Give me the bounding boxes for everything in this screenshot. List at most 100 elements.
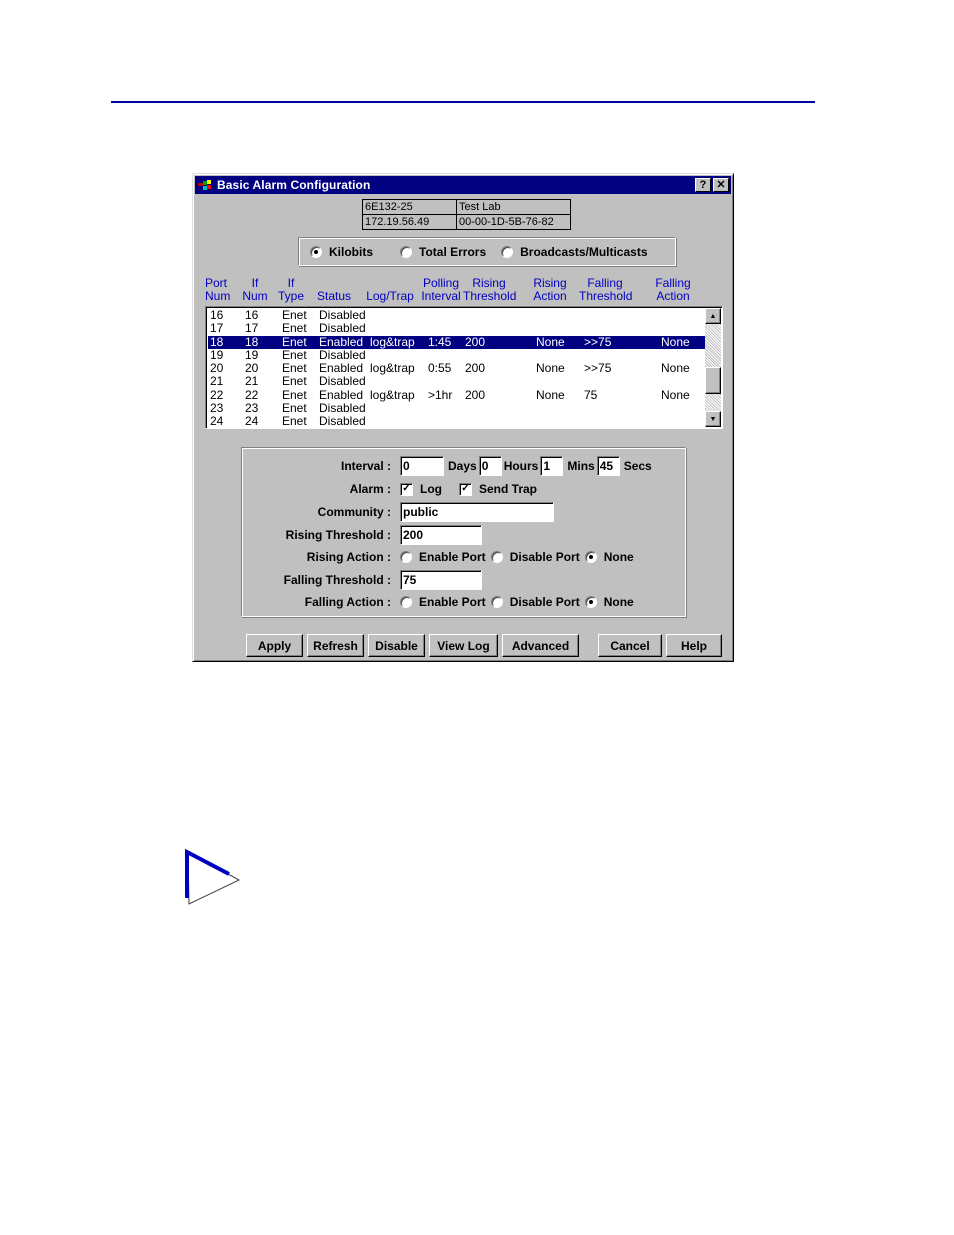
port-rows: 16 16 Enet Disabled 17 17 Enet Disabled 18 18 Enet…	[208, 309, 706, 429]
apply-button[interactable]: Apply	[246, 634, 303, 657]
table-row[interactable]: 20 20 Enet Enabled log&trap 0:55 200 None >>75 No…	[208, 362, 706, 375]
col-header-log-trap[interactable]: Log/Trap	[366, 277, 414, 303]
falling-action-none[interactable]: None	[584, 595, 634, 609]
interval-days-input[interactable]	[400, 456, 444, 476]
send-trap-checkbox[interactable]: ✓	[459, 482, 472, 496]
cell-falling-action: None	[661, 334, 690, 349]
disable-button[interactable]: Disable	[368, 634, 425, 657]
interval-label: Interval :	[340, 459, 391, 473]
rising-threshold-input[interactable]	[400, 525, 482, 545]
radio-button[interactable]	[584, 596, 597, 608]
note-triangle-icon	[185, 848, 241, 905]
send-trap-checkbox-option[interactable]: ✓ Send Trap	[459, 482, 537, 496]
table-row[interactable]: 17 17 Enet Disabled	[208, 322, 706, 335]
vertical-scrollbar[interactable]: ▲ ▼	[705, 308, 721, 427]
cell-if-type: Enet	[282, 334, 307, 349]
table-row[interactable]: 16 16 Enet Disabled	[208, 309, 706, 322]
radio-button[interactable]	[310, 245, 322, 258]
rising-threshold-row: Rising Threshold :	[242, 525, 685, 545]
device-name: 6E132-25	[362, 199, 457, 215]
log-checkbox[interactable]: ✓	[400, 482, 413, 496]
cell-falling-threshold: >>75	[584, 361, 612, 376]
cell-port: 16	[210, 308, 224, 322]
scroll-thumb[interactable]	[705, 367, 721, 394]
col-header-status[interactable]: Status	[316, 277, 352, 303]
community-label: Community :	[317, 505, 391, 519]
cell-rising-action: None	[536, 387, 565, 402]
radio-broadcasts-multicasts[interactable]: Broadcasts/Multicasts	[501, 245, 648, 259]
table-row[interactable]: 23 23 Enet Disabled	[208, 402, 706, 415]
scroll-up-button[interactable]: ▲	[705, 308, 721, 324]
cell-interval: >1hr	[428, 387, 453, 402]
radio-button[interactable]	[400, 551, 412, 563]
cell-port: 22	[210, 387, 224, 402]
col-header-rising-action[interactable]: Rising Action	[531, 277, 569, 303]
col-header-if-num[interactable]: If Num	[242, 277, 268, 303]
radio-button[interactable]	[490, 596, 503, 608]
interval-hours-input[interactable]	[478, 456, 502, 476]
rising-action-row: Rising Action : Enable Port Disable Port…	[242, 547, 685, 567]
scroll-down-button[interactable]: ▼	[705, 411, 721, 427]
page-header-rule	[111, 101, 815, 103]
help-button[interactable]: Help	[666, 634, 722, 657]
statistic-type-group: Kilobits Total Errors Broadcasts/Multica…	[298, 237, 676, 266]
falling-action-enable-port[interactable]: Enable Port	[400, 595, 486, 609]
interval-secs-input[interactable]	[596, 456, 620, 476]
rising-action-none[interactable]: None	[584, 550, 634, 564]
title-bar[interactable]: Basic Alarm Configuration ? ✕	[195, 176, 731, 194]
cancel-button[interactable]: Cancel	[598, 634, 662, 657]
port-alarm-list[interactable]: 16 16 Enet Disabled 17 17 Enet Disabled 18 18 Enet…	[205, 306, 723, 429]
cell-port: 19	[210, 347, 224, 362]
cell-status: Enabled	[319, 387, 364, 402]
table-row[interactable]: 19 19 Enet Disabled	[208, 347, 706, 362]
interval-mins-input[interactable]	[540, 456, 564, 476]
rising-action-enable-port[interactable]: Enable Port	[400, 550, 486, 564]
send-trap-label: Send Trap	[479, 482, 538, 496]
col-header-polling-interval[interactable]: Polling Interval	[420, 277, 462, 303]
radio-total-errors[interactable]: Total Errors	[400, 245, 486, 259]
falling-threshold-label: Falling Threshold :	[283, 573, 391, 587]
col-header-rising-threshold[interactable]: Rising Threshold	[463, 277, 516, 303]
cell-status: Enabled	[319, 361, 364, 376]
log-checkbox-option[interactable]: ✓ Log	[400, 482, 442, 496]
rising-action-label: Rising Action :	[306, 550, 391, 564]
cell-port: 23	[210, 401, 224, 416]
radio-button[interactable]	[501, 245, 514, 258]
col-header-falling-threshold[interactable]: Falling Threshold	[579, 277, 632, 303]
close-icon[interactable]: ✕	[713, 178, 729, 192]
cell-if-num: 24	[245, 414, 259, 429]
table-row[interactable]: 24 24 Enet Disabled	[208, 415, 706, 428]
radio-kilobits[interactable]: Kilobits	[310, 245, 373, 259]
advanced-button[interactable]: Advanced	[502, 634, 579, 657]
community-input[interactable]	[400, 502, 554, 522]
cell-rising-action: None	[536, 334, 565, 349]
device-info-table: 6E132-25 Test Lab 172.19.56.49 00-00-1D-…	[362, 199, 571, 230]
cell-if-type: Enet	[282, 361, 307, 376]
table-row[interactable]: 22 22 Enet Enabled log&trap >1hr 200 None 75 None	[208, 387, 706, 402]
col-header-if-type[interactable]: If Type	[278, 277, 304, 303]
cell-if-num: 16	[245, 308, 259, 322]
table-row[interactable]: 21 21 Enet Disabled	[208, 375, 706, 388]
radio-button[interactable]	[584, 551, 597, 563]
cell-status: Disabled	[319, 308, 366, 322]
cell-if-type: Enet	[282, 308, 307, 322]
falling-action-label: Falling Action :	[304, 595, 391, 609]
refresh-button[interactable]: Refresh	[307, 634, 364, 657]
alarm-row: Alarm : ✓ Log ✓ Send Trap	[242, 479, 685, 499]
cell-port: 17	[210, 321, 224, 336]
table-row[interactable]: 18 18 Enet Enabled log&trap 1:45 200 None >>75 No…	[208, 334, 706, 349]
col-header-falling-action[interactable]: Falling Action	[654, 277, 692, 303]
cell-interval: 1:45	[428, 334, 452, 349]
rising-action-disable-port[interactable]: Disable Port	[490, 550, 580, 564]
falling-action-disable-port[interactable]: Disable Port	[490, 595, 580, 609]
col-header-port-num[interactable]: Port Num	[205, 277, 230, 303]
window-title: Basic Alarm Configuration	[217, 178, 371, 192]
radio-label: Enable Port	[419, 550, 486, 564]
radio-button[interactable]	[490, 551, 503, 563]
view-log-button[interactable]: View Log	[429, 634, 498, 657]
falling-threshold-input[interactable]	[400, 570, 482, 590]
radio-button[interactable]	[400, 245, 412, 258]
help-icon[interactable]: ?	[695, 178, 711, 192]
radio-button[interactable]	[400, 596, 412, 608]
alarm-label: Alarm :	[349, 482, 391, 496]
